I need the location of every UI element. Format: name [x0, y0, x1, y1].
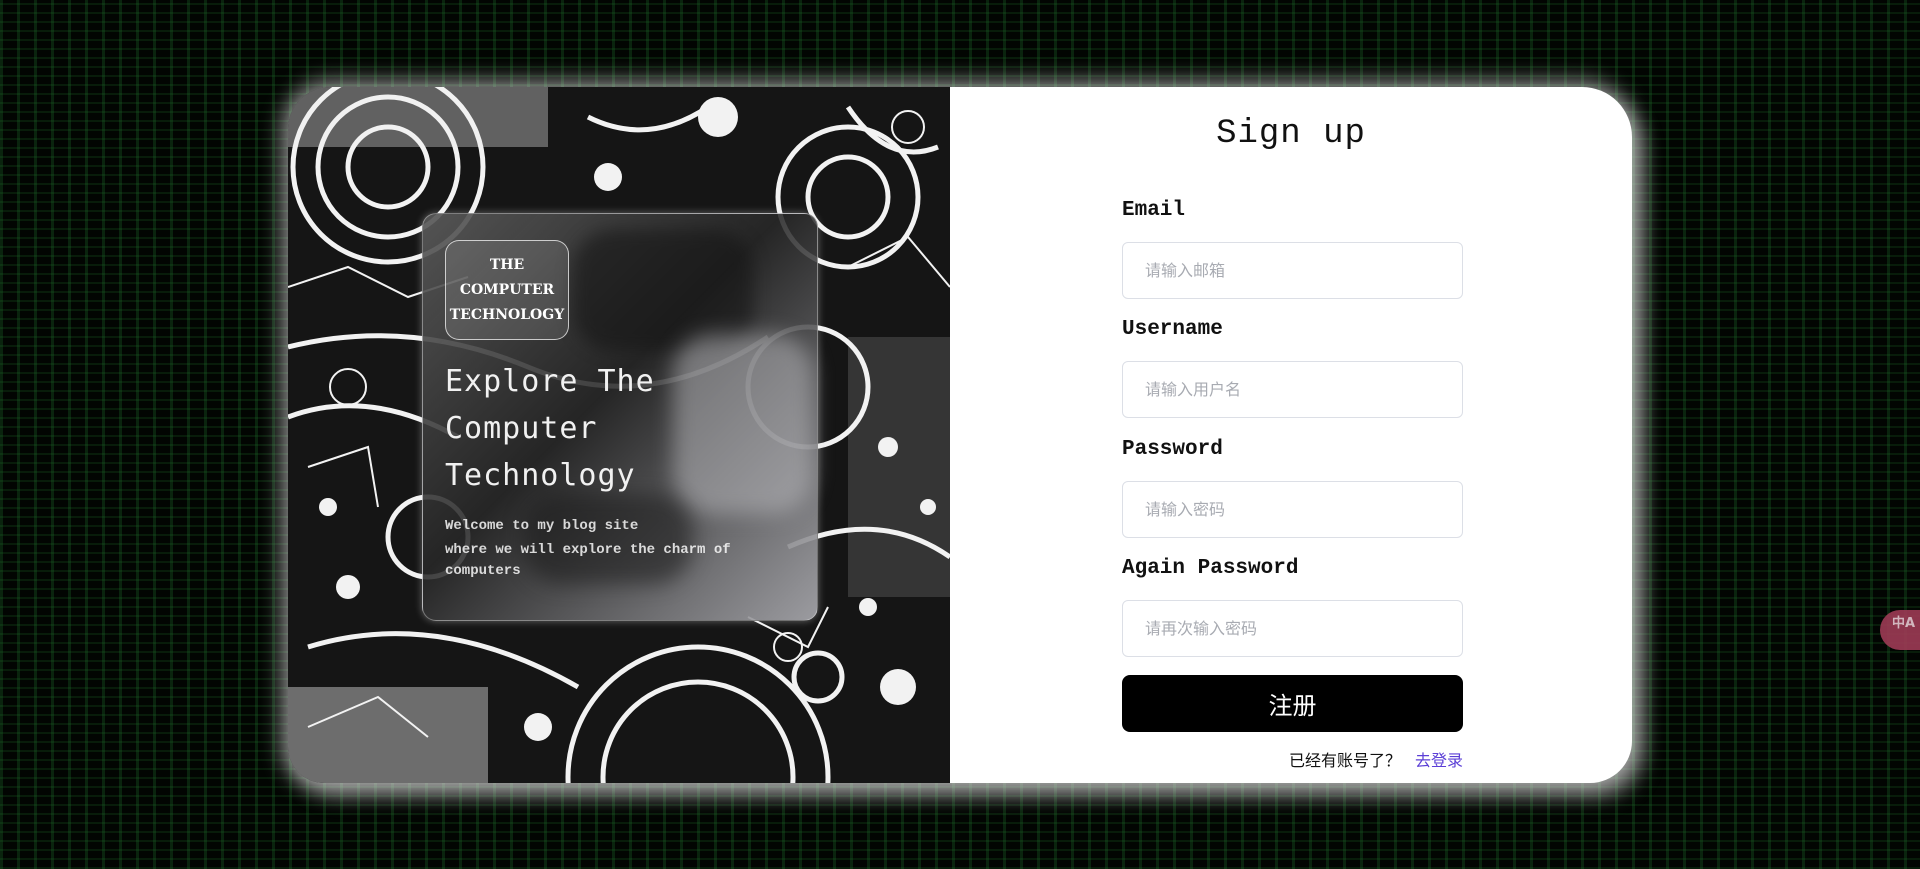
illustration-panel: THE COMPUTER TECHNOLOGY Explore The Comp…: [288, 87, 950, 783]
site-logo: THE COMPUTER TECHNOLOGY: [445, 240, 569, 340]
hero-glass-card: THE COMPUTER TECHNOLOGY Explore The Comp…: [422, 213, 818, 621]
translate-button[interactable]: 中A: [1880, 610, 1920, 650]
headline-line: Computer: [445, 411, 598, 446]
form-title: Sign up: [1216, 115, 1366, 153]
welcome-line: computers: [445, 563, 521, 579]
logo-line: THE: [489, 257, 525, 273]
headline-line: Explore The: [445, 364, 655, 399]
welcome-line: Welcome to my blog site: [445, 518, 639, 534]
register-button[interactable]: 注册: [1122, 675, 1463, 732]
logo-line: TECHNOLOGY: [449, 307, 565, 323]
email-field[interactable]: [1122, 242, 1463, 299]
email-label: Email: [1122, 199, 1186, 222]
go-login-link[interactable]: 去登录: [1415, 751, 1463, 770]
username-label: Username: [1122, 318, 1223, 341]
logo-line: COMPUTER: [459, 282, 555, 298]
hero-headline: Explore The Computer Technology: [445, 358, 785, 499]
has-account-text: 已经有账号了？: [1288, 751, 1401, 770]
login-prompt: 已经有账号了？ 去登录: [1122, 747, 1463, 771]
signup-card: THE COMPUTER TECHNOLOGY Explore The Comp…: [288, 87, 1632, 783]
username-field[interactable]: [1122, 361, 1463, 418]
password-field[interactable]: [1122, 481, 1463, 538]
signup-form: Sign up Email Username Password Again Pa…: [950, 87, 1632, 783]
again-password-label: Again Password: [1122, 557, 1299, 580]
password-label: Password: [1122, 438, 1223, 461]
again-password-field[interactable]: [1122, 600, 1463, 657]
headline-line: Technology: [445, 458, 636, 493]
welcome-text: Welcome to my blog site where we will ex…: [445, 514, 805, 583]
translate-icon: 中A: [1892, 616, 1916, 631]
